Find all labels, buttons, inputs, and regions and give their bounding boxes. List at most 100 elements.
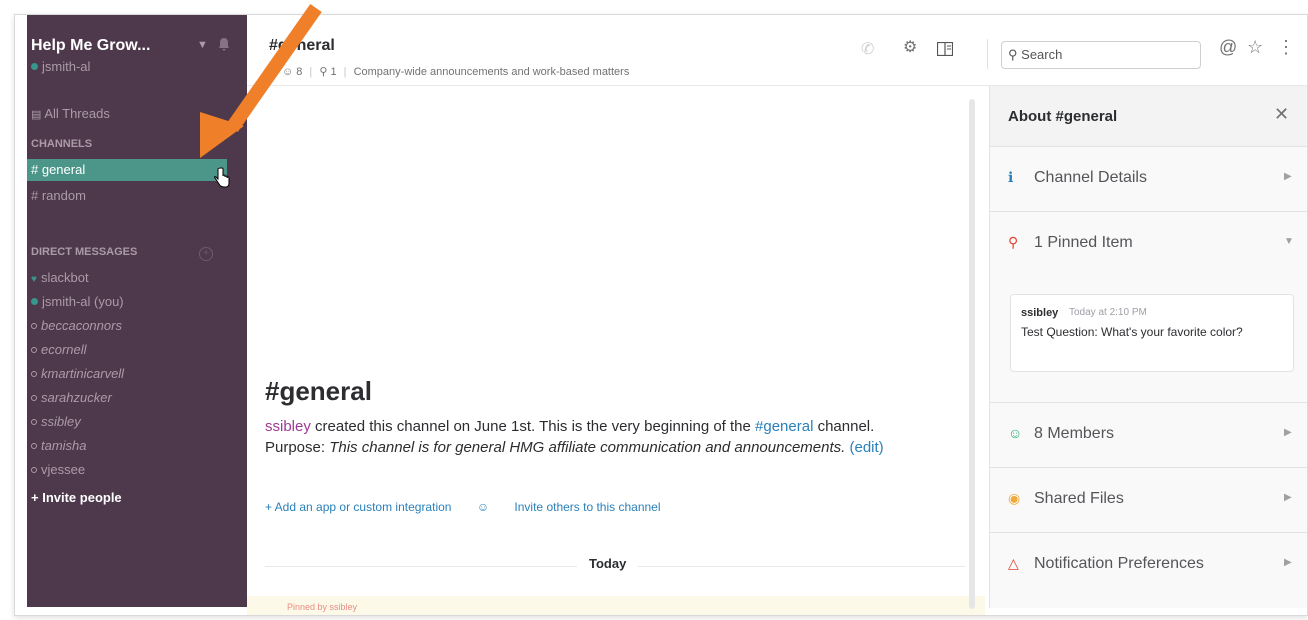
pinned-time: Today at 2:10 PM bbox=[1069, 307, 1147, 318]
section-label: 8 Members bbox=[1034, 425, 1115, 442]
dm-label: ssibley bbox=[41, 414, 81, 429]
mentions-icon[interactable]: @ bbox=[1219, 37, 1237, 58]
pinned-text: Test Question: What's your favorite colo… bbox=[1021, 325, 1243, 339]
edit-purpose-link[interactable]: (edit) bbox=[850, 439, 884, 456]
team-name[interactable]: Help Me Grow... bbox=[31, 37, 150, 55]
presence-icon bbox=[31, 323, 37, 329]
current-user[interactable]: jsmith-al bbox=[31, 59, 90, 74]
sidebar-item-random[interactable]: # random bbox=[27, 185, 227, 207]
intro-actions: + Add an app or custom integration ☺ Inv… bbox=[265, 500, 705, 514]
search-input[interactable]: ⚲ Search bbox=[1001, 41, 1201, 69]
members-icon: ☺ bbox=[1008, 425, 1023, 441]
channel-details-section[interactable]: ℹ Channel Details ▶ bbox=[990, 147, 1307, 212]
members-section[interactable]: ☺ 8 Members ▶ bbox=[990, 403, 1307, 468]
channel-meta: ☆ ☺ 8 | ⚲ 1 | Company-wide announcements… bbox=[269, 66, 630, 78]
dm-label: vjessee bbox=[41, 462, 86, 477]
chevron-down-icon[interactable]: ▼ bbox=[197, 39, 208, 51]
more-icon[interactable]: ⋮ bbox=[1277, 37, 1295, 58]
dm-label: beccaconnors bbox=[41, 318, 122, 333]
dm-label: ecornell bbox=[41, 342, 87, 357]
presence-icon bbox=[31, 443, 37, 449]
dm-item-vjessee[interactable]: vjessee bbox=[27, 459, 227, 481]
dm-label: sarahzucker bbox=[41, 390, 112, 405]
dm-item-ecornell[interactable]: ecornell bbox=[27, 339, 227, 361]
search-placeholder: Search bbox=[1021, 47, 1063, 62]
created-text: created this channel on June 1st. This i… bbox=[310, 418, 756, 435]
star-icon[interactable]: ☆ bbox=[1247, 37, 1263, 58]
sidebar-item-label: All Threads bbox=[44, 106, 110, 121]
dm-item-tamisha[interactable]: tamisha bbox=[27, 435, 227, 457]
search-icon: ⚲ bbox=[1008, 47, 1018, 62]
close-icon[interactable]: ✕ bbox=[1274, 104, 1289, 125]
sidebar-item-label: # general bbox=[31, 162, 86, 177]
message-pane: #general ssibley created this channel on… bbox=[247, 86, 985, 615]
sidebar-item-label: # random bbox=[31, 188, 86, 203]
star-icon[interactable]: ☆ bbox=[269, 66, 279, 78]
flexpane-title: About #general bbox=[1008, 108, 1118, 125]
day-divider-label: Today bbox=[577, 556, 639, 571]
pin-icon[interactable]: ⚲ bbox=[319, 66, 327, 78]
member-icon[interactable]: ☺ bbox=[282, 66, 293, 78]
pinned-count[interactable]: 1 bbox=[330, 66, 336, 78]
section-label: Shared Files bbox=[1034, 490, 1124, 507]
divider bbox=[987, 39, 988, 69]
dm-item-slackbot[interactable]: ♥ slackbot bbox=[27, 267, 227, 289]
invite-label: Invite others to this channel bbox=[514, 500, 661, 514]
section-label: 1 Pinned Item bbox=[1034, 234, 1133, 251]
section-label: Notification Preferences bbox=[1034, 555, 1204, 572]
slack-window: Help Me Grow... ▼ jsmith-al ▤ All Thread… bbox=[14, 14, 1308, 616]
dm-label: jsmith-al (you) bbox=[42, 294, 124, 309]
channel-intro-text: ssibley created this channel on June 1st… bbox=[265, 416, 925, 458]
chevron-right-icon: ▶ bbox=[1284, 557, 1292, 568]
dm-label: kmartinicarvell bbox=[41, 366, 125, 381]
phone-icon[interactable]: ✆ bbox=[861, 39, 874, 59]
scrollbar[interactable] bbox=[969, 99, 975, 609]
pinned-message-strip[interactable]: Pinned by ssibley bbox=[247, 596, 985, 615]
flexpane-header: About #general ✕ bbox=[990, 86, 1307, 147]
invite-people-link[interactable]: + Invite people bbox=[27, 487, 227, 509]
channel-header: #general ☆ ☺ 8 | ⚲ 1 | Company-wide anno… bbox=[247, 15, 1307, 86]
bell-icon[interactable] bbox=[217, 37, 231, 51]
current-user-name: jsmith-al bbox=[42, 59, 91, 74]
presence-icon bbox=[31, 298, 38, 305]
channel-title[interactable]: #general bbox=[269, 37, 335, 55]
chevron-down-icon: ▼ bbox=[1284, 236, 1294, 247]
chevron-right-icon: ▶ bbox=[1284, 171, 1292, 182]
gear-icon[interactable]: ⚙ bbox=[903, 37, 917, 57]
channels-header[interactable]: CHANNELS bbox=[27, 133, 227, 155]
dm-item-jsmith-al[interactable]: jsmith-al (you) bbox=[27, 291, 227, 313]
section-label: Channel Details bbox=[1034, 169, 1147, 186]
shared-files-section[interactable]: ◉ Shared Files ▶ bbox=[990, 468, 1307, 533]
sidebar-item-all-threads[interactable]: ▤ All Threads bbox=[27, 103, 227, 125]
notification-preferences-section[interactable]: △ Notification Preferences ▶ bbox=[990, 533, 1307, 597]
pin-icon: ⚲ bbox=[1008, 234, 1019, 250]
member-count[interactable]: 8 bbox=[296, 66, 302, 78]
add-app-link[interactable]: + Add an app or custom integration bbox=[265, 500, 451, 514]
hand-cursor-icon bbox=[214, 167, 230, 188]
dm-item-ssibley[interactable]: ssibley bbox=[27, 411, 227, 433]
channel-link[interactable]: #general bbox=[755, 418, 813, 435]
pinned-author[interactable]: ssibley bbox=[1021, 307, 1058, 319]
presence-icon bbox=[31, 63, 38, 70]
dm-label: tamisha bbox=[41, 438, 87, 453]
presence-icon bbox=[31, 395, 37, 401]
presence-icon bbox=[31, 347, 37, 353]
info-icon: ℹ bbox=[1008, 169, 1014, 185]
dm-item-beccaconnors[interactable]: beccaconnors bbox=[27, 315, 227, 337]
add-dm-icon[interactable]: + bbox=[199, 247, 213, 261]
threads-icon: ▤ bbox=[31, 109, 42, 121]
heart-icon: ♥ bbox=[31, 274, 37, 285]
sidebar-item-general[interactable]: # general bbox=[27, 159, 227, 181]
bell-icon: △ bbox=[1008, 555, 1019, 571]
chevron-right-icon: ▶ bbox=[1284, 427, 1292, 438]
direct-messages-header[interactable]: DIRECT MESSAGES bbox=[27, 241, 227, 263]
channel-purpose[interactable]: Company-wide announcements and work-base… bbox=[354, 66, 630, 78]
dm-item-kmartinicarvell[interactable]: kmartinicarvell bbox=[27, 363, 227, 385]
creator-link[interactable]: ssibley bbox=[265, 418, 311, 435]
presence-icon bbox=[31, 467, 37, 473]
invite-others-link[interactable]: ☺ Invite others to this channel bbox=[477, 500, 683, 514]
details-pane-icon[interactable] bbox=[937, 42, 953, 56]
pinned-message-card[interactable]: ssibley Today at 2:10 PM Test Question: … bbox=[1010, 294, 1294, 372]
dm-item-sarahzucker[interactable]: sarahzucker bbox=[27, 387, 227, 409]
dm-label: slackbot bbox=[40, 270, 89, 285]
